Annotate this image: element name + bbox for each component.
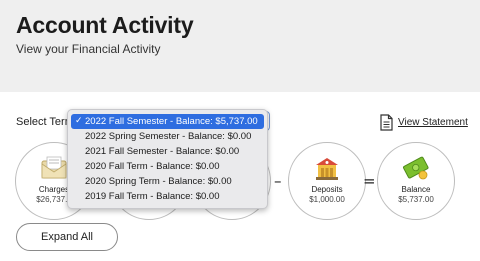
term-option[interactable]: 2020 Fall Term - Balance: $0.00 [71, 159, 264, 174]
balance-circle: Balance $5,737.00 [377, 142, 455, 220]
money-icon [403, 156, 429, 180]
balance-label: Balance [401, 185, 431, 194]
page-subtitle: View your Financial Activity [16, 42, 161, 56]
view-statement-link[interactable]: View Statement [380, 114, 468, 131]
term-select-label: Select Term [16, 116, 74, 128]
term-option-label: 2019 Fall Term - Balance: $0.00 [85, 191, 220, 202]
term-option[interactable]: 2022 Spring Semester - Balance: $0.00 [71, 129, 264, 144]
term-option-label: 2022 Spring Semester - Balance: $0.00 [85, 131, 252, 142]
page-title: Account Activity [16, 12, 194, 38]
equals-operator: = [363, 172, 376, 190]
deposits-amount: $1,000.00 [309, 195, 345, 204]
checkmark-icon: ✓ [75, 116, 83, 126]
term-dropdown-menu: ✓ 2022 Fall Semester - Balance: $5,737.0… [67, 109, 268, 209]
term-option-label: 2022 Fall Semester - Balance: $5,737.00 [85, 116, 258, 127]
deposits-label: Deposits [311, 185, 343, 194]
term-option[interactable]: 2021 Fall Semester - Balance: $0.00 [71, 144, 264, 159]
term-option-label: 2021 Fall Semester - Balance: $0.00 [85, 146, 240, 157]
balance-amount: $5,737.00 [398, 195, 434, 204]
term-option[interactable]: 2020 Spring Term - Balance: $0.00 [71, 174, 264, 189]
term-option-label: 2020 Spring Term - Balance: $0.00 [85, 176, 232, 187]
term-option[interactable]: 2019 Fall Term - Balance: $0.00 [71, 189, 264, 204]
expand-all-button[interactable]: Expand All [16, 223, 118, 251]
term-option-label: 2020 Fall Term - Balance: $0.00 [85, 161, 220, 172]
bank-icon [316, 158, 338, 180]
term-option[interactable]: ✓ 2022 Fall Semester - Balance: $5,737.0… [71, 114, 264, 129]
minus-operator-2: – [274, 172, 282, 190]
deposits-circle: Deposits $1,000.00 [288, 142, 366, 220]
envelope-icon [41, 156, 67, 179]
document-icon [380, 114, 393, 131]
page-header: Account Activity View your Financial Act… [0, 0, 480, 92]
view-statement-label[interactable]: View Statement [398, 117, 468, 128]
